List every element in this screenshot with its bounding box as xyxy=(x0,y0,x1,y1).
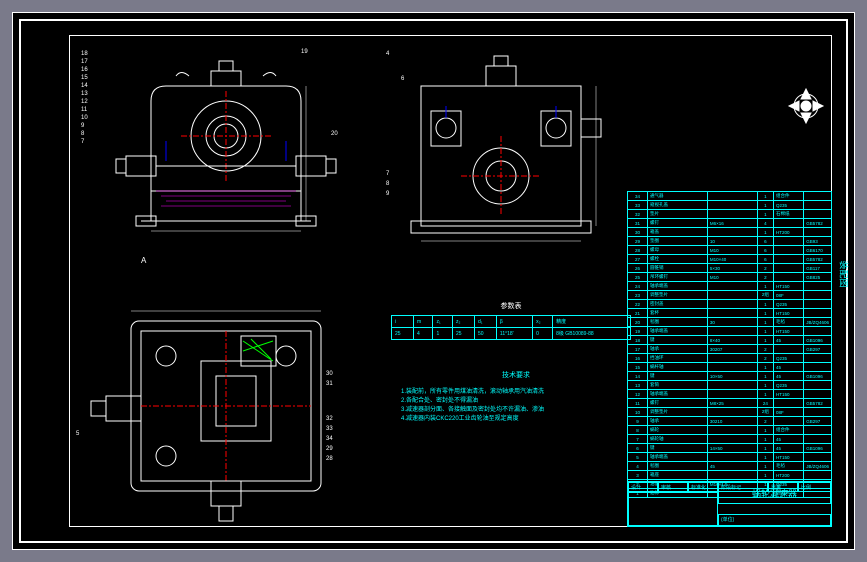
leader-17: 17 xyxy=(81,59,88,65)
side-leader-6: 6 xyxy=(401,76,404,82)
bom-row: 29垫圈106GB93 xyxy=(628,237,832,246)
bom-row: 6键14×50145GB1096 xyxy=(628,444,832,453)
leader-19: 19 xyxy=(301,49,308,55)
notes-heading: 技术要求 xyxy=(401,371,631,382)
leader-13: 13 xyxy=(81,91,88,97)
paper-frame: 18 17 16 15 14 13 12 11 10 9 8 7 19 20 xyxy=(19,19,848,543)
top-leader-28: 28 xyxy=(326,456,333,462)
top-leader-29: 29 xyxy=(326,446,333,452)
bom-row: 15蜗杆轴145 xyxy=(628,363,832,372)
bom-row: 8蜗轮1组合件 xyxy=(628,426,832,435)
leader-10: 10 xyxy=(81,115,88,121)
bom-row: 31螺钉M6×164GB5782 xyxy=(628,219,832,228)
leader-7: 7 xyxy=(81,139,84,145)
bottom-leader-5: 5 xyxy=(76,431,79,437)
bom-row: 22密封盖1Q235 xyxy=(628,300,832,309)
front-view xyxy=(81,41,351,251)
bom-row: 5轴承端盖1HT150 xyxy=(628,453,832,462)
tb-org: (单位) xyxy=(718,514,831,526)
leader-16: 16 xyxy=(81,67,88,73)
bom-row: 25吊环螺钉M102GB825 xyxy=(628,273,832,282)
top-leader-34: 34 xyxy=(326,436,333,442)
note-line: 4.减速器内装CKC220工业齿轮油至规定高度 xyxy=(401,415,631,424)
note-line: 1.装配前，所有零件用煤油清洗，滚动轴承用汽油清洗 xyxy=(401,388,631,397)
bom-row: 16挡油环2Q235 xyxy=(628,354,832,363)
bom-row: 24轴承端盖1HT150 xyxy=(628,282,832,291)
param-title: 参数表 xyxy=(391,301,631,311)
bom-row: 12轴承端盖1HT150 xyxy=(628,390,832,399)
note-line: 2.各配合处、密封处不得漏油 xyxy=(401,397,631,406)
bom-row: 17轴承302072GB297 xyxy=(628,345,832,354)
side-vertical-label: 装配图 xyxy=(838,260,851,287)
bom-row: 13套筒1Q235 xyxy=(628,381,832,390)
bom-row: 10调整垫片2组08F xyxy=(628,408,832,417)
bom-row: 21套杯1HT150 xyxy=(628,309,832,318)
bom-row: 19轴承端盖1HT150 xyxy=(628,327,832,336)
side-leader-7: 7 xyxy=(386,171,389,177)
bom-row: 34通气器1组合件 xyxy=(628,192,832,201)
leader-12: 12 xyxy=(81,99,88,105)
tb-name: 蜗轮减速器 xyxy=(718,482,831,504)
leader-11: 11 xyxy=(81,107,87,113)
leader-15: 15 xyxy=(81,75,88,81)
leader-18: 18 xyxy=(81,51,88,57)
tb-sig-area xyxy=(628,492,718,526)
projection-symbol-icon xyxy=(781,81,831,131)
bom-table: 34通气器1组合件33窥视孔盖1Q23532垫片1石棉纸31螺钉M6×164GB… xyxy=(627,191,832,481)
section-mark-a: A xyxy=(141,256,146,265)
bom-row: 27螺栓M10×406GB5782 xyxy=(628,255,832,264)
bom-row: 30箱盖1HT200 xyxy=(628,228,832,237)
parameters-table: 参数表 imz₁z₂d₁βx₂精度 2541255011°18'08级 GB10… xyxy=(391,301,631,340)
bom-row: 9轴承302102GB297 xyxy=(628,417,832,426)
bom-row: 28螺母M106GB6170 xyxy=(628,246,832,255)
side-leader-8: 8 xyxy=(386,181,389,187)
bom-row: 18键8×40145GB1096 xyxy=(628,336,832,345)
bom-row: 3箱座1HT200 xyxy=(628,471,832,480)
top-leader-33: 33 xyxy=(326,426,333,432)
bom-row: 14键10×50145GB1096 xyxy=(628,372,832,381)
top-leader-31: 31 xyxy=(326,381,333,387)
side-leader-4: 4 xyxy=(386,51,389,57)
leader-8: 8 xyxy=(81,131,84,137)
top-leader-30: 30 xyxy=(326,371,333,377)
bom-row: 32垫片1石棉纸 xyxy=(628,210,832,219)
bom-row: 23调整垫片2组08F xyxy=(628,291,832,300)
cad-window: 18 17 16 15 14 13 12 11 10 9 8 7 19 20 xyxy=(12,12,855,550)
technical-notes: 技术要求 1.装配前，所有零件用煤油清洗，滚动轴承用汽油清洗2.各配合处、密封处… xyxy=(401,371,631,424)
leader-9: 9 xyxy=(81,123,84,129)
bom-row: 11螺钉M8×2524GB5782 xyxy=(628,399,832,408)
note-line: 3.减速器剖分面、各接触面及密封处均不许漏油、渗油 xyxy=(401,406,631,415)
top-leader-32: 32 xyxy=(326,416,333,422)
bom-row: 20毡圈301毛毡JB/ZQ4606 xyxy=(628,318,832,327)
bom-row: 4毡圈451毛毡JB/ZQ4606 xyxy=(628,462,832,471)
bom-row: 33窥视孔盖1Q235 xyxy=(628,201,832,210)
leader-14: 14 xyxy=(81,83,88,89)
bom-row: 26圆锥销5×302GB117 xyxy=(628,264,832,273)
tb-check: 审核 xyxy=(658,482,688,492)
side-view xyxy=(381,41,631,251)
side-leader-9: 9 xyxy=(386,191,389,197)
title-block: 设计 审核 标准化 阶段标记 重量 比例 蜗轮减速器 (单位) xyxy=(627,481,832,527)
tb-std: 标准化 xyxy=(688,482,718,492)
bom-row: 7蜗轮轴145 xyxy=(628,435,832,444)
top-view xyxy=(81,281,361,531)
tb-design: 设计 xyxy=(628,482,658,492)
leader-20: 20 xyxy=(331,131,338,137)
